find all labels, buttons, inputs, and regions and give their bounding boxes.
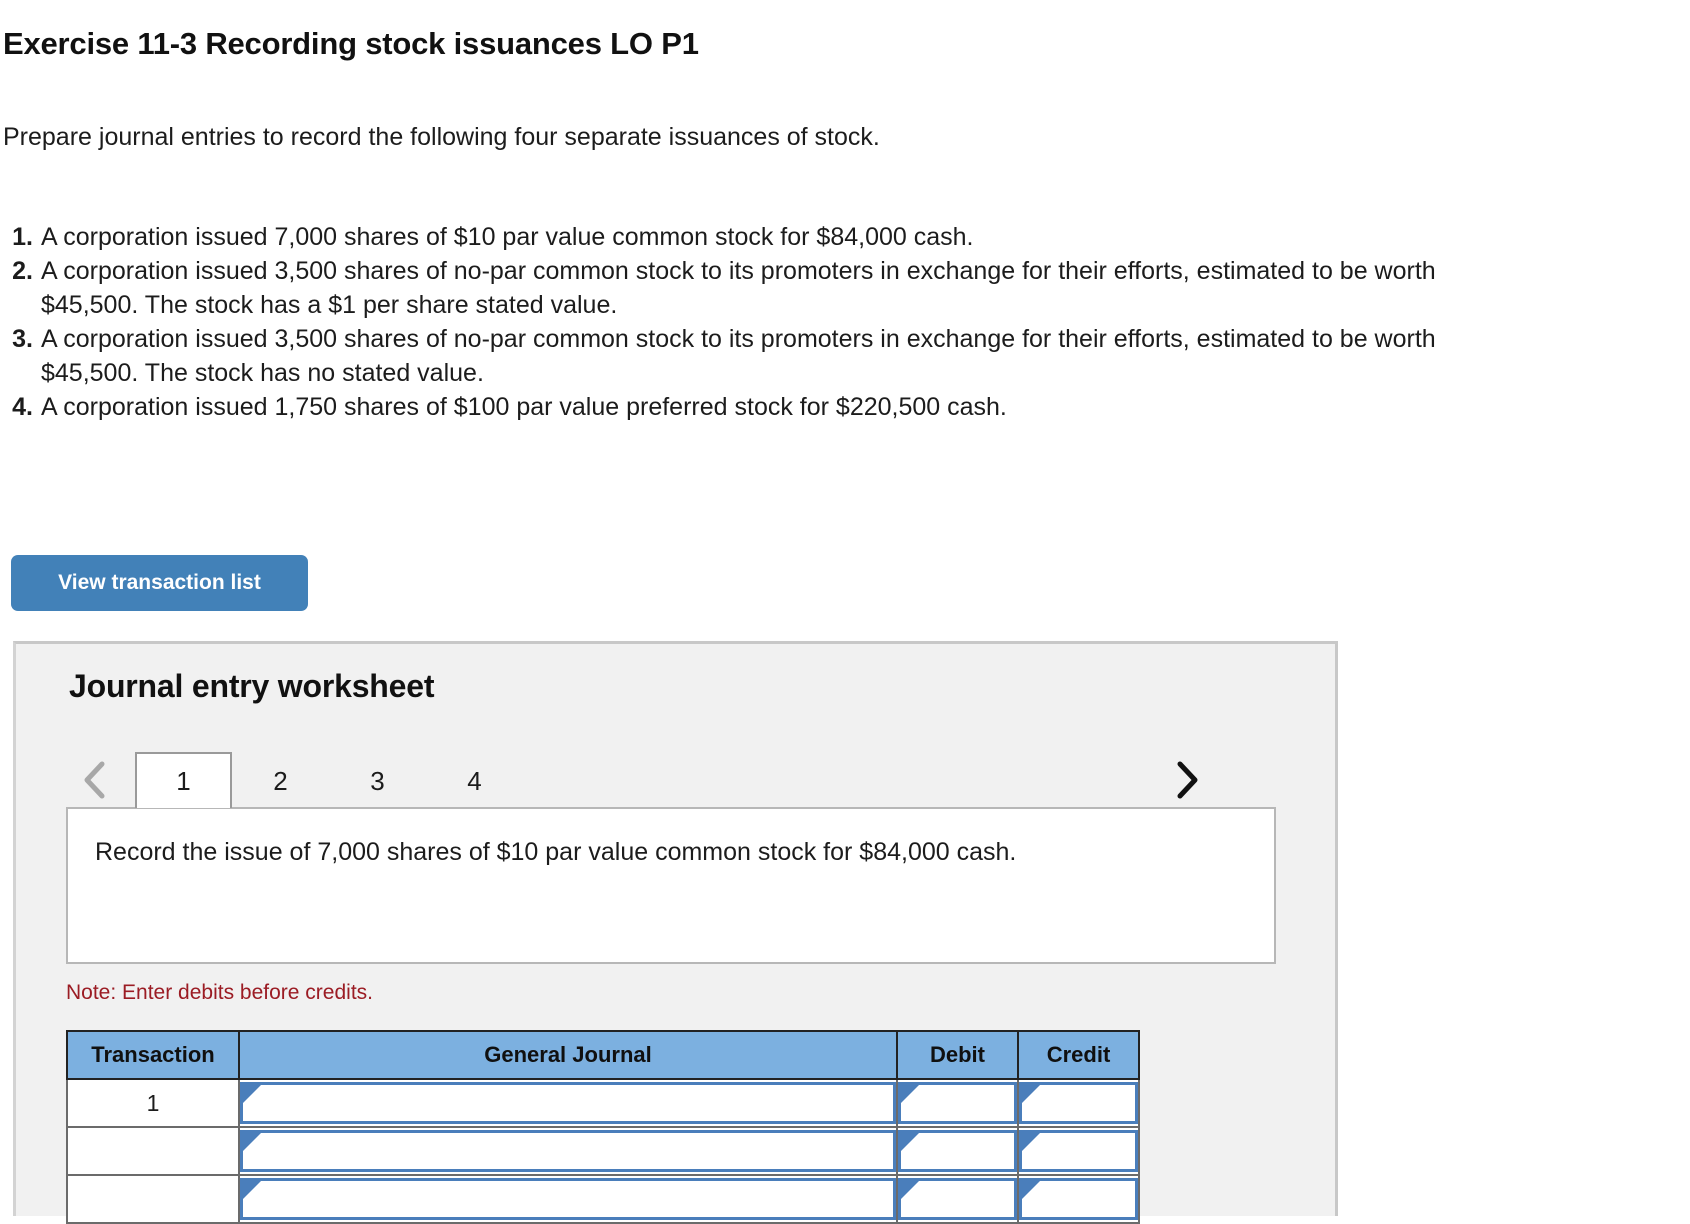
tab-label: 1 — [176, 765, 191, 796]
worksheet-tablist: 1 2 3 4 — [135, 752, 523, 808]
debit-cell[interactable] — [896, 1126, 1019, 1176]
table-header-row: Transaction General Journal Debit Credit — [66, 1030, 1140, 1080]
list-item-text: A corporation issued 1,750 shares of $10… — [41, 393, 1007, 421]
dropdown-marker-icon — [1022, 1181, 1040, 1199]
journal-entry-table: Transaction General Journal Debit Credit… — [66, 1030, 1140, 1224]
credit-input-row-1[interactable] — [1019, 1082, 1138, 1124]
account-select-row-1[interactable] — [240, 1082, 896, 1124]
worksheet-title: Journal entry worksheet — [69, 668, 435, 704]
credit-cell[interactable] — [1017, 1078, 1140, 1128]
prev-entry-button[interactable] — [78, 752, 112, 808]
debit-input-row-1[interactable] — [898, 1082, 1017, 1124]
list-item: 1. A corporation issued 7,000 shares of … — [0, 220, 1600, 254]
tab-label: 3 — [370, 765, 385, 796]
next-entry-button[interactable] — [1170, 752, 1204, 808]
general-journal-cell[interactable] — [238, 1126, 898, 1176]
list-item: 2. A corporation issued 3,500 shares of … — [0, 254, 1600, 322]
entry-description-box: Record the issue of 7,000 shares of $10 … — [66, 807, 1276, 964]
debit-input-row-2[interactable] — [898, 1130, 1017, 1172]
list-item: 4. A corporation issued 1,750 shares of … — [0, 390, 1600, 424]
tab-entry-4[interactable]: 4 — [426, 752, 523, 808]
view-transaction-list-button[interactable]: View transaction list — [11, 555, 308, 611]
dropdown-marker-icon — [901, 1133, 919, 1151]
credit-input-row-2[interactable] — [1019, 1130, 1138, 1172]
table-row: 1 — [66, 1078, 1140, 1128]
list-item-number: 1. — [12, 223, 33, 251]
journal-entry-worksheet-panel: Journal entry worksheet 1 2 3 4 Record t… — [13, 641, 1338, 1224]
dropdown-marker-icon — [1022, 1133, 1040, 1151]
dropdown-marker-icon — [243, 1085, 261, 1103]
entry-description-text: Record the issue of 7,000 shares of $10 … — [95, 838, 1017, 866]
list-item-text: A corporation issued 3,500 shares of no-… — [41, 325, 1436, 387]
chevron-right-icon — [1174, 760, 1200, 800]
worksheet-tabs-row: 1 2 3 4 — [66, 752, 1306, 808]
credit-input-row-3[interactable] — [1019, 1178, 1138, 1220]
column-header-debit: Debit — [896, 1030, 1019, 1080]
list-item: 3. A corporation issued 3,500 shares of … — [0, 322, 1600, 390]
transaction-number-cell: 1 — [66, 1078, 240, 1128]
list-item-number: 4. — [12, 393, 33, 421]
page-title: Exercise 11-3 Recording stock issuances … — [3, 26, 699, 61]
account-select-row-3[interactable] — [240, 1178, 896, 1220]
column-header-general-journal: General Journal — [238, 1030, 898, 1080]
dropdown-marker-icon — [1022, 1085, 1040, 1103]
debits-before-credits-note: Note: Enter debits before credits. — [66, 981, 373, 1004]
issuance-list: 1. A corporation issued 7,000 shares of … — [0, 220, 1600, 424]
tab-label: 2 — [273, 765, 288, 796]
column-header-transaction: Transaction — [66, 1030, 240, 1080]
credit-cell[interactable] — [1017, 1126, 1140, 1176]
tab-entry-3[interactable]: 3 — [329, 752, 426, 808]
list-item-text: A corporation issued 7,000 shares of $10… — [41, 223, 974, 251]
dropdown-marker-icon — [901, 1085, 919, 1103]
column-header-credit: Credit — [1017, 1030, 1140, 1080]
tab-label: 4 — [467, 765, 482, 796]
debit-cell[interactable] — [896, 1078, 1019, 1128]
list-item-text: A corporation issued 3,500 shares of no-… — [41, 257, 1436, 319]
transaction-number-cell — [66, 1126, 240, 1176]
list-item-number: 3. — [12, 325, 33, 353]
general-journal-cell[interactable] — [238, 1078, 898, 1128]
chevron-left-icon — [82, 760, 108, 800]
tab-entry-1[interactable]: 1 — [135, 752, 232, 808]
account-select-row-2[interactable] — [240, 1130, 896, 1172]
dropdown-marker-icon — [243, 1133, 261, 1151]
dropdown-marker-icon — [243, 1181, 261, 1199]
table-row — [66, 1126, 1140, 1176]
exercise-page: Exercise 11-3 Recording stock issuances … — [0, 0, 1690, 1224]
exercise-instructions: Prepare journal entries to record the fo… — [3, 123, 880, 151]
tab-entry-2[interactable]: 2 — [232, 752, 329, 808]
dropdown-marker-icon — [901, 1181, 919, 1199]
debit-input-row-3[interactable] — [898, 1178, 1017, 1220]
list-item-number: 2. — [12, 257, 33, 285]
